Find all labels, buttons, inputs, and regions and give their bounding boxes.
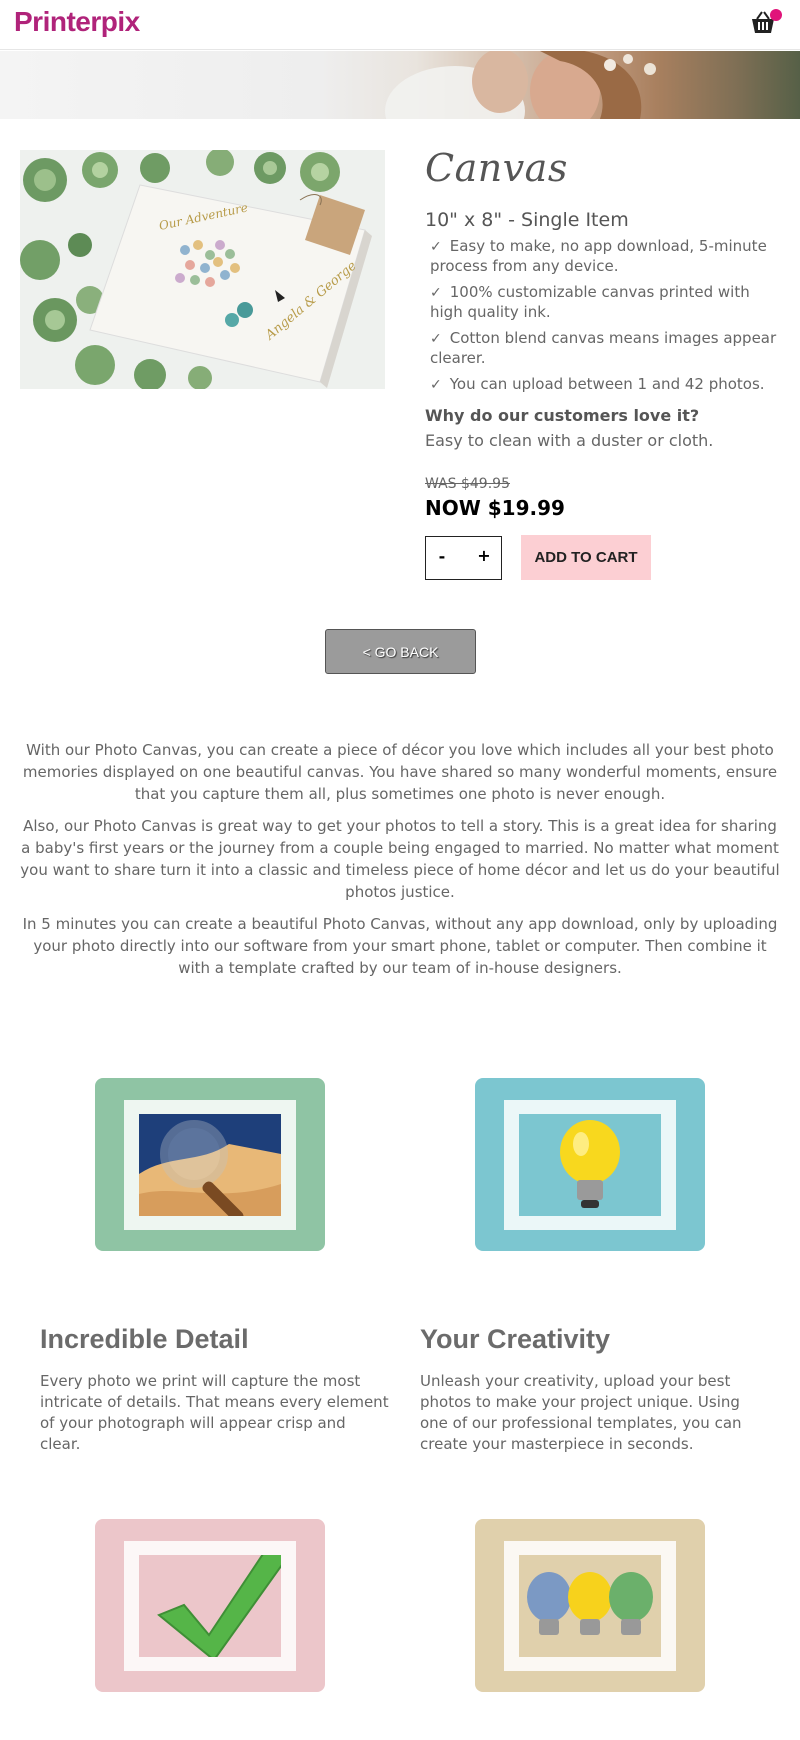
product-description: With our Photo Canvas, you can create a … — [18, 739, 782, 989]
was-price: WAS $49.95 — [425, 476, 510, 492]
check-icon: ✓ — [430, 377, 442, 393]
checkmark-icon — [157, 1555, 281, 1657]
product-variant: 10" x 8" - Single Item — [425, 209, 629, 231]
check-icon: ✓ — [430, 285, 442, 301]
ideas-feature-tile — [475, 1519, 705, 1692]
check-icon: ✓ — [430, 331, 442, 347]
lightbulb-icon — [560, 1120, 620, 1208]
decrease-quantity-button[interactable]: - — [434, 547, 450, 567]
product-title: Canvas — [425, 146, 568, 190]
description-paragraph: Also, our Photo Canvas is great way to g… — [20, 817, 780, 901]
feature-item: ✓ You can upload between 1 and 42 photos. — [430, 375, 765, 393]
check-icon: ✓ — [430, 239, 442, 255]
feature-title: Your Creativity — [420, 1324, 611, 1354]
description-paragraph: In 5 minutes you can create a beautiful … — [22, 915, 778, 977]
cart-badge — [770, 9, 782, 21]
site-header: Printerpix — [0, 0, 800, 50]
love-text: Easy to clean with a duster or cloth. — [425, 431, 714, 450]
magnifier-icon — [139, 1120, 281, 1216]
now-price: NOW $19.99 — [425, 496, 565, 520]
logo[interactable]: Printerpix — [14, 6, 140, 38]
detail-feature-tile — [95, 1078, 325, 1251]
feature-item: ✓ 100% customizable canvas printed with h… — [430, 283, 750, 321]
product-image: Our Adventure Angela & George — [20, 150, 385, 389]
couple-photo — [385, 51, 656, 119]
feature-list: ✓ Easy to make, no app download, 5-minute… — [425, 237, 785, 402]
three-lightbulbs-icon — [527, 1572, 653, 1635]
add-to-cart-button[interactable]: ADD TO CART — [521, 535, 651, 580]
description-paragraph: With our Photo Canvas, you can create a … — [22, 741, 778, 803]
creativity-feature-tile — [475, 1078, 705, 1251]
feature-item: ✓ Cotton blend canvas means images appear… — [430, 329, 777, 367]
feature-text: Every photo we print will capture the mo… — [40, 1372, 389, 1453]
increase-quantity-button[interactable]: + — [476, 546, 492, 566]
feature-text: Unleash your creativity, upload your bes… — [420, 1372, 742, 1453]
love-heading: Why do our customers love it? — [425, 406, 700, 425]
go-back-button[interactable]: < GO BACK — [325, 629, 476, 674]
feature-title: Incredible Detail — [40, 1324, 249, 1354]
quality-feature-tile — [95, 1519, 325, 1692]
hero-banner — [0, 51, 800, 119]
quantity-stepper: - + — [425, 536, 502, 580]
feature-item: ✓ Easy to make, no app download, 5-minute… — [430, 237, 767, 275]
